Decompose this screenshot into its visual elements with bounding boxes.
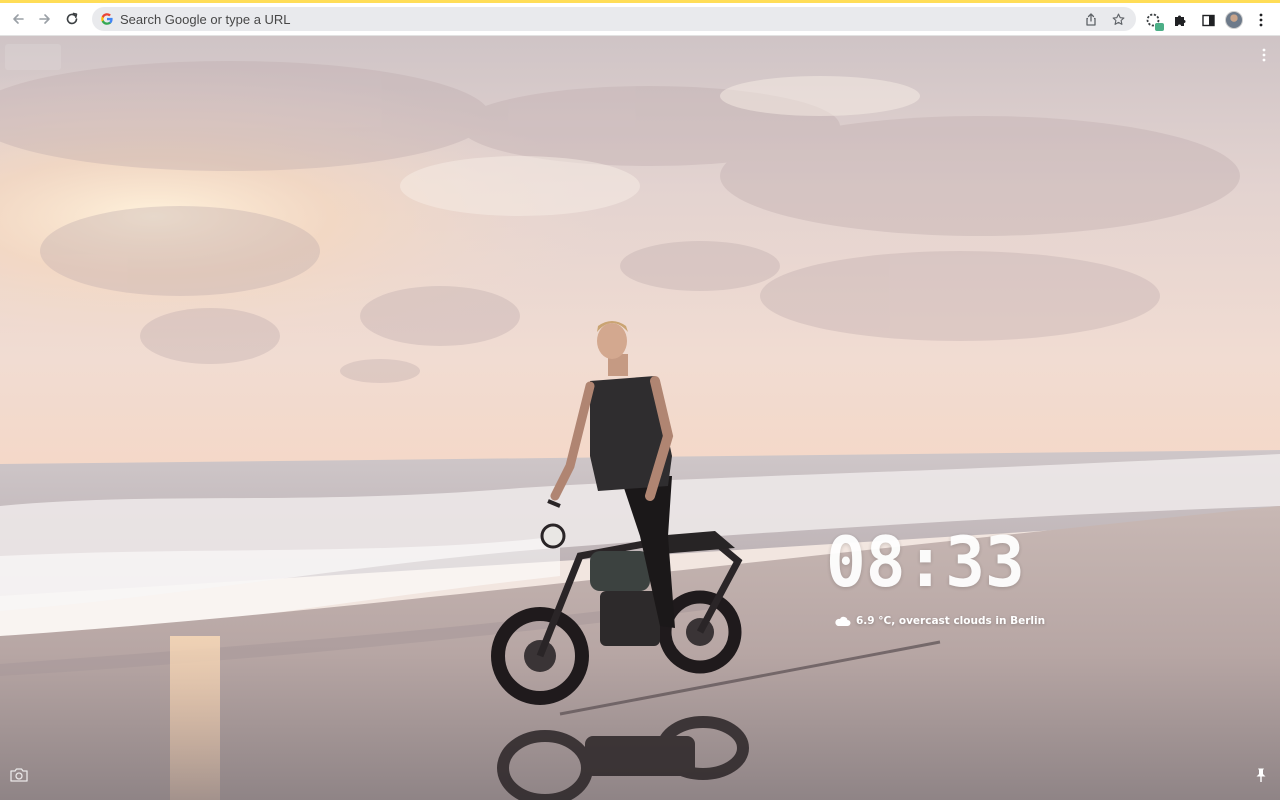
- page-menu-button[interactable]: [1256, 44, 1272, 66]
- omnibox-input[interactable]: [120, 7, 1050, 31]
- corner-widget[interactable]: [5, 44, 61, 70]
- clock: 08:33: [826, 522, 1025, 603]
- profile-avatar[interactable]: [1225, 11, 1243, 29]
- reload-button[interactable]: [61, 8, 83, 30]
- back-button[interactable]: [7, 8, 29, 30]
- new-tab-page: 08:33 6.9 °C, overcast clouds in Berlin: [0, 36, 1280, 800]
- weather-info[interactable]: 6.9 °C, overcast clouds in Berlin: [834, 613, 1045, 629]
- reload-icon: [66, 12, 78, 25]
- browser-toolbar: [0, 3, 1280, 36]
- photo-info-button[interactable]: [8, 765, 30, 785]
- arrow-right-icon: [39, 14, 50, 24]
- puzzle-icon: [1175, 15, 1186, 26]
- side-panel-icon: [1201, 14, 1215, 26]
- share-icon: [1086, 12, 1096, 26]
- pin-button[interactable]: [1252, 765, 1270, 785]
- address-bar[interactable]: [92, 7, 1136, 31]
- cloud-icon: [835, 616, 851, 626]
- forward-button[interactable]: [34, 8, 56, 30]
- weather-text: 6.9 °C, overcast clouds in Berlin: [856, 615, 1046, 627]
- google-g-icon: [101, 13, 113, 25]
- browser-menu-button[interactable]: [1252, 11, 1270, 29]
- extension-badge: [1155, 23, 1164, 31]
- wallpaper-photo: [0, 36, 1280, 800]
- kebab-menu-icon: [1259, 13, 1263, 27]
- star-icon: [1112, 13, 1124, 25]
- arrow-left-icon: [13, 14, 24, 24]
- pin-icon: [1256, 768, 1266, 782]
- bookmark-button[interactable]: [1109, 10, 1127, 28]
- camera-icon: [10, 768, 28, 782]
- extensions-button[interactable]: [1171, 11, 1189, 29]
- side-panel-button[interactable]: [1199, 11, 1217, 29]
- kebab-menu-icon: [1262, 48, 1266, 62]
- share-button[interactable]: [1082, 10, 1100, 28]
